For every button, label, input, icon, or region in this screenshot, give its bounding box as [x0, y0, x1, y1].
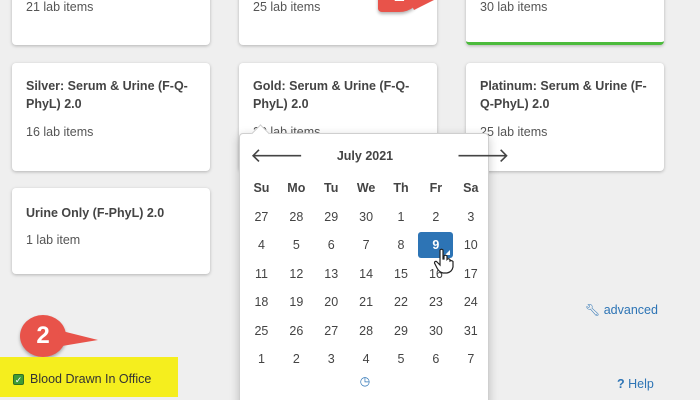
card-lab-count: 25 lab items	[480, 125, 548, 139]
calendar-day[interactable]: 30	[349, 204, 384, 230]
calendar-day[interactable]: 25	[244, 318, 279, 344]
calendar-day[interactable]: 7	[349, 232, 384, 258]
panel-card[interactable]: Urine Only (F-PhyL) 2.0 1 lab item	[12, 188, 210, 274]
blood-drawn-label: Blood Drawn In Office	[30, 372, 152, 386]
calendar-day[interactable]: 15	[384, 261, 419, 287]
calendar-day[interactable]: 1	[384, 204, 419, 230]
calendar-day[interactable]: 4	[244, 232, 279, 258]
badge-pointer	[58, 330, 98, 346]
card-lab-count: 30 lab items	[480, 0, 548, 14]
calendar-day[interactable]: 30	[418, 318, 453, 344]
calendar-day[interactable]: 17	[453, 261, 488, 287]
calendar-day[interactable]: 27	[314, 318, 349, 344]
calendar-day[interactable]: 3	[453, 204, 488, 230]
panel-card[interactable]: Silver: Serum & Urine (F-Q-PhyL) 2.0 16 …	[12, 63, 210, 171]
calendar-day[interactable]: 6	[418, 346, 453, 372]
card-lab-count: 25 lab items	[253, 0, 321, 14]
weekday-label: Su	[253, 181, 270, 196]
calendar-day[interactable]: 23	[418, 289, 453, 315]
advanced-link[interactable]: 🔧︎ advanced	[585, 303, 658, 317]
calendar-day[interactable]: 26	[279, 318, 314, 344]
calendar-day[interactable]: 31	[453, 318, 488, 344]
card-lab-count: 16 lab items	[26, 125, 94, 139]
calendar-day[interactable]: 21	[349, 289, 384, 315]
help-link-label: Help	[628, 377, 654, 391]
calendar-day[interactable]: 19	[279, 289, 314, 315]
hand-cursor-icon	[433, 248, 454, 274]
weekday-label: Mo	[287, 181, 306, 196]
blood-drawn-checkbox[interactable]: ✓	[13, 374, 24, 385]
calendar-day[interactable]: 12	[279, 261, 314, 287]
calendar-day[interactable]: 3	[314, 346, 349, 372]
wrench-icon: 🔧︎	[585, 303, 601, 317]
calendar-day[interactable]: 27	[244, 204, 279, 230]
calendar-week-row: 18 19 20 21 22 23 24	[244, 288, 488, 317]
calendar-day[interactable]: 22	[384, 289, 419, 315]
arrow-left-icon[interactable]: 🡐	[250, 146, 304, 166]
weekday-label: We	[356, 181, 376, 196]
calendar-day[interactable]: 2	[418, 204, 453, 230]
calendar-week-row: 27 28 29 30 1 2 3	[244, 203, 488, 232]
calendar-day[interactable]: 24	[453, 289, 488, 315]
calendar-day[interactable]: 14	[349, 261, 384, 287]
calendar-day[interactable]: 1	[244, 346, 279, 372]
card-title: Silver: Serum & Urine (F-Q-PhyL) 2.0	[26, 79, 188, 111]
calendar-day[interactable]: 6	[314, 232, 349, 258]
calendar-day[interactable]: 20	[314, 289, 349, 315]
clock-icon[interactable]: ◷	[358, 374, 372, 388]
date-picker-header: 🡐 July 2021 🡒	[240, 142, 510, 170]
calendar-week-row: 1234567	[244, 345, 488, 374]
weekday-label: Fr	[429, 181, 443, 196]
question-icon: ?	[617, 377, 625, 391]
weekday-label: Tu	[324, 181, 339, 196]
calendar-day[interactable]: 4	[349, 346, 384, 372]
card-title: Gold: Serum & Urine (F-Q-PhyL) 2.0	[253, 79, 410, 111]
help-link[interactable]: ? Help	[617, 377, 654, 391]
panel-card[interactable]: 21 lab items	[12, 0, 210, 45]
card-lab-count: 21 lab items	[26, 0, 94, 14]
calendar-day[interactable]: 10	[453, 232, 488, 258]
weekday-label: Sa	[463, 181, 479, 196]
calendar-day[interactable]: 18	[244, 289, 279, 315]
card-title: Urine Only (F-PhyL) 2.0	[26, 206, 165, 220]
calendar-day[interactable]: 5	[279, 232, 314, 258]
calendar-day[interactable]: 28	[349, 318, 384, 344]
calendar-day[interactable]: 29	[384, 318, 419, 344]
card-lab-count: 1 lab item	[26, 233, 81, 247]
calendar-day[interactable]: 5	[384, 346, 419, 372]
panel-card-selected[interactable]: 30 lab items	[466, 0, 664, 45]
advanced-link-label: advanced	[603, 303, 658, 317]
calendar-day[interactable]: 8	[384, 232, 419, 258]
calendar-day[interactable]: 7	[453, 346, 488, 372]
calendar-week-row: 25 26 27 28 29 30 31	[244, 317, 488, 346]
calendar-day[interactable]: 2	[279, 346, 314, 372]
weekday-header-row: Su Mo Tu We Th Fr Sa	[244, 174, 488, 203]
calendar-day[interactable]: 11	[244, 261, 279, 287]
badge-pointer	[409, 0, 434, 10]
month-title[interactable]: July 2021	[300, 149, 430, 163]
calendar-day[interactable]: 29	[314, 204, 349, 230]
calendar-day[interactable]: 28	[279, 204, 314, 230]
card-title: Platinum: Serum & Urine (F-Q-PhyL) 2.0	[480, 79, 647, 111]
weekday-label: Th	[393, 181, 409, 196]
arrow-right-icon[interactable]: 🡒	[456, 146, 510, 166]
calendar-day[interactable]: 13	[314, 261, 349, 287]
